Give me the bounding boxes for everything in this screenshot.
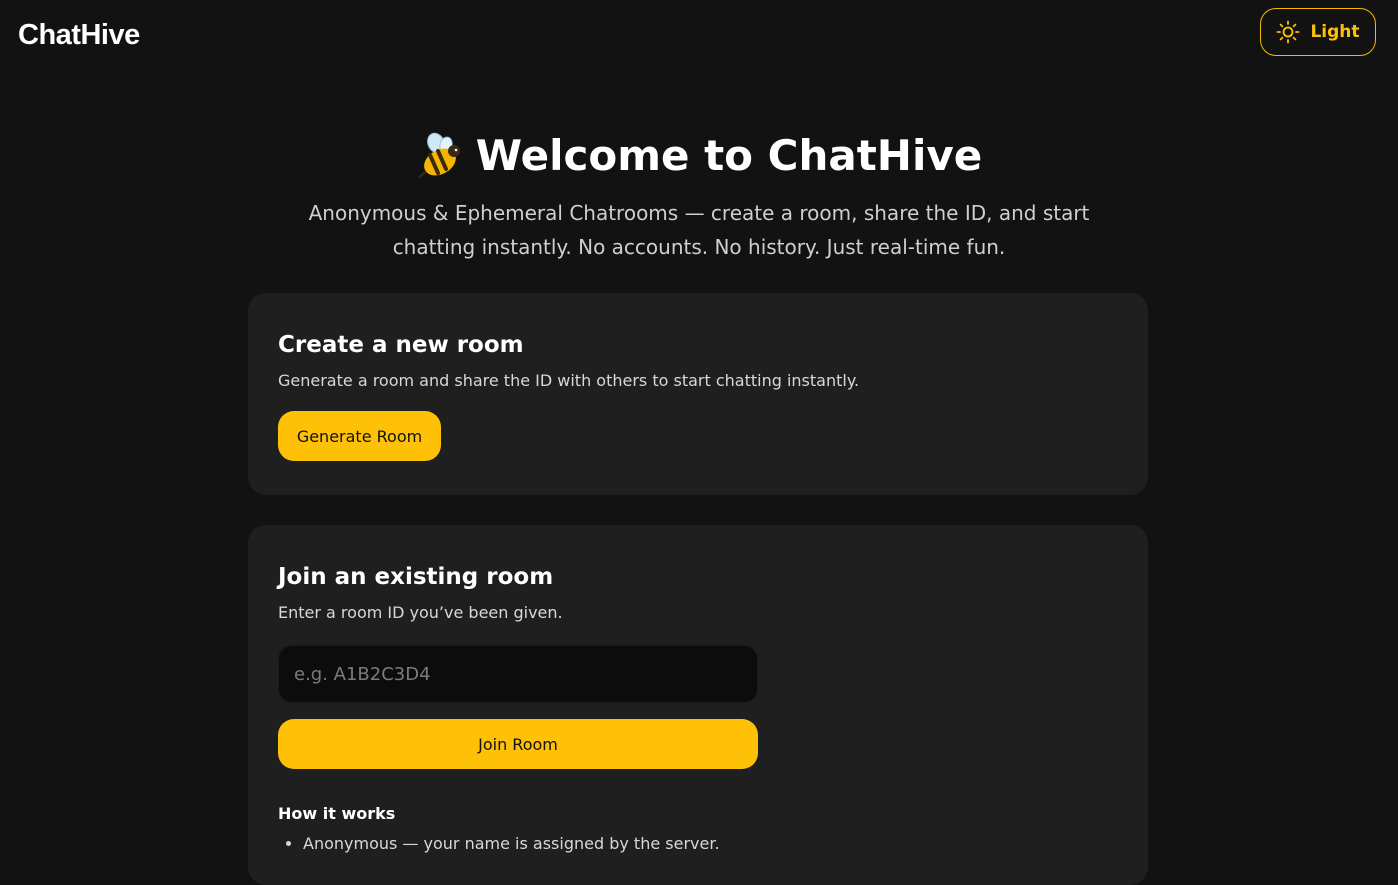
generate-room-button[interactable]: Generate Room xyxy=(278,411,441,461)
brand-logo[interactable]: ChatHive xyxy=(18,17,140,53)
join-room-button[interactable]: Join Room xyxy=(278,719,758,769)
page-subtitle: Anonymous & Ephemeral Chatrooms — create… xyxy=(308,201,1090,259)
bee-icon xyxy=(416,131,466,181)
theme-toggle-button[interactable]: Light xyxy=(1260,8,1376,56)
join-room-title: Join an existing room xyxy=(278,564,554,590)
join-room-description: Enter a room ID you’ve been given. xyxy=(278,603,563,622)
room-id-input[interactable] xyxy=(278,645,758,703)
page-title-text: Welcome to ChatHive xyxy=(475,131,983,180)
list-item: Anonymous — your name is assigned by the… xyxy=(303,831,1118,857)
theme-toggle-label: Light xyxy=(1310,22,1360,42)
sun-icon xyxy=(1276,20,1300,44)
join-room-card: Join an existing room Enter a room ID yo… xyxy=(248,525,1148,885)
hero-section: Welcome to ChatHive Anonymous & Ephemera… xyxy=(0,126,1398,264)
page-title: Welcome to ChatHive xyxy=(416,126,982,186)
create-room-card: Create a new room Generate a room and sh… xyxy=(248,293,1148,495)
how-it-works-list: Anonymous — your name is assigned by the… xyxy=(278,831,1118,857)
how-it-works-heading: How it works xyxy=(278,804,396,823)
create-room-description: Generate a room and share the ID with ot… xyxy=(278,371,860,390)
create-room-title: Create a new room xyxy=(278,332,524,358)
top-bar: ChatHive Light xyxy=(0,0,1398,70)
